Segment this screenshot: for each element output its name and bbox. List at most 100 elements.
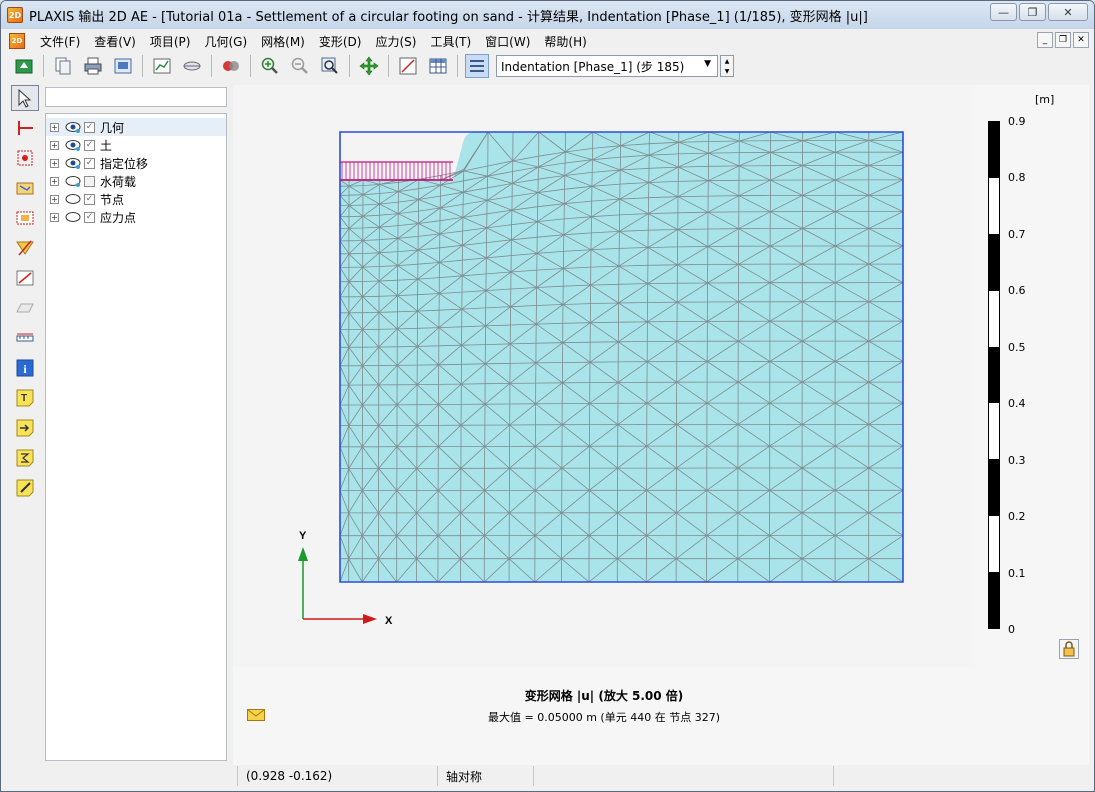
phase-stepper[interactable]: ▲ ▼: [720, 55, 734, 77]
tree-item-label: 指定位移: [100, 156, 149, 171]
formula-note-icon[interactable]: [11, 445, 39, 471]
output-viewport[interactable]: YX [m] 0.9 0.8 0.7 0.6 0.5 0.4 0.3 0.2 0.1 0: [233, 85, 1089, 765]
phase-select[interactable]: Indentation [Phase_1] (步 185) ▼: [496, 55, 718, 77]
scale-icon[interactable]: [396, 54, 420, 78]
menu-project[interactable]: 项目(P): [143, 33, 198, 50]
expand-icon[interactable]: +: [50, 158, 59, 168]
tree-item-label: 水荷载: [100, 174, 137, 189]
x-axis-arrow: [363, 614, 377, 624]
toolbar-separator: [250, 55, 251, 77]
caption-title: 变形网格 |u| (放大 5.00 倍): [524, 689, 684, 703]
node-select-icon[interactable]: [11, 205, 39, 231]
eye-hidden-icon[interactable]: [65, 193, 81, 205]
probe-icon[interactable]: [11, 235, 39, 261]
eye-visible-icon[interactable]: [65, 157, 81, 169]
menu-mesh[interactable]: 网格(M): [254, 33, 312, 50]
menu-file[interactable]: 文件(F): [33, 33, 87, 50]
legend-segment: [989, 290, 999, 347]
checkbox-icon[interactable]: ✓: [84, 139, 95, 151]
legend-tick-label: 0.2: [1008, 510, 1026, 524]
app-icon: 2D: [7, 7, 23, 23]
tree-item-geometry[interactable]: + ✓ 几何: [46, 118, 226, 136]
toolbar-separator: [388, 55, 389, 77]
open-project-icon[interactable]: [12, 54, 36, 78]
close-button[interactable]: ✕: [1048, 3, 1088, 21]
explorer-search-input[interactable]: [45, 87, 227, 107]
soil-body: [340, 132, 903, 582]
zoom-in-icon[interactable]: [258, 54, 282, 78]
chevron-up-icon[interactable]: ▲: [721, 56, 733, 66]
toolbar-separator: [142, 55, 143, 77]
x-axis-label: X: [385, 615, 393, 627]
tree-item-nodes[interactable]: + ✓ 节点: [46, 190, 226, 208]
zoom-window-icon[interactable]: [318, 54, 342, 78]
view-icon[interactable]: [219, 54, 243, 78]
checkbox-icon[interactable]: ✓: [84, 157, 95, 169]
document-icon[interactable]: 2D: [9, 33, 25, 49]
print-icon[interactable]: [81, 54, 105, 78]
menu-deformations[interactable]: 变形(D): [312, 33, 369, 50]
checkbox-icon[interactable]: ✓: [84, 211, 95, 223]
tree-item-water-loads[interactable]: + 水荷载: [46, 172, 226, 190]
ruler-icon[interactable]: [11, 325, 39, 351]
eye-hidden-icon[interactable]: [65, 211, 81, 223]
expand-icon[interactable]: +: [50, 176, 59, 186]
tree-item-prescribed-displacements[interactable]: + ✓ 指定位移: [46, 154, 226, 172]
expand-icon[interactable]: +: [50, 122, 59, 132]
export-icon[interactable]: [111, 54, 135, 78]
legend-tick-label: 0.7: [1008, 227, 1026, 241]
checkbox-icon[interactable]: ✓: [84, 193, 95, 205]
checkbox-icon[interactable]: ✓: [84, 121, 95, 133]
tree-item-stress-points[interactable]: + ✓ 应力点: [46, 208, 226, 226]
status-field: [533, 766, 833, 786]
eye-hidden-icon[interactable]: [65, 175, 81, 187]
copy-icon[interactable]: [51, 54, 75, 78]
select-point-icon[interactable]: [11, 145, 39, 171]
status-field: [833, 766, 1089, 786]
restore-button[interactable]: ❐: [1019, 3, 1046, 21]
toolbar: Indentation [Phase_1] (步 185) ▼ ▲ ▼: [9, 51, 1089, 81]
mdi-restore-button[interactable]: ❐: [1055, 32, 1071, 48]
info-icon[interactable]: i: [11, 355, 39, 381]
plot-area[interactable]: YX: [233, 85, 975, 667]
deformed-mesh[interactable]: YX: [233, 85, 975, 667]
hint-box-icon[interactable]: [11, 175, 39, 201]
menu-help[interactable]: 帮助(H): [537, 33, 593, 50]
select-icon[interactable]: [11, 85, 39, 111]
expand-icon[interactable]: +: [50, 194, 59, 204]
phase-list-icon[interactable]: [465, 54, 489, 78]
status-bar: (0.928 -0.162) 轴对称: [43, 766, 1089, 786]
menu-geometry[interactable]: 几何(G): [197, 33, 254, 50]
legend-segment: [989, 346, 999, 404]
scale-icon[interactable]: [11, 295, 39, 321]
checkbox-icon[interactable]: [84, 175, 95, 187]
expand-icon[interactable]: +: [50, 212, 59, 222]
legend-tick-label: 0.1: [1008, 566, 1026, 580]
menu-window[interactable]: 窗口(W): [478, 33, 537, 50]
mdi-minimize-button[interactable]: _: [1037, 32, 1053, 48]
menu-stresses[interactable]: 应力(S): [368, 33, 423, 50]
edit-note-icon[interactable]: [11, 475, 39, 501]
mdi-close-button[interactable]: ✕: [1073, 32, 1089, 48]
lock-icon[interactable]: [1059, 639, 1079, 659]
pan-icon[interactable]: [357, 54, 381, 78]
text-note-icon[interactable]: T: [11, 385, 39, 411]
tree-item-label: 应力点: [100, 210, 137, 225]
prescribed-displacement: [340, 161, 453, 181]
arrow-note-icon[interactable]: [11, 415, 39, 441]
eye-visible-icon[interactable]: [65, 121, 81, 133]
cross-section-icon[interactable]: [180, 54, 204, 78]
menu-view[interactable]: 查看(V): [87, 33, 143, 50]
expand-icon[interactable]: +: [50, 140, 59, 150]
cross-section-line-icon[interactable]: [11, 115, 39, 141]
zoom-out-icon[interactable]: [288, 54, 312, 78]
table-icon[interactable]: [426, 54, 450, 78]
menu-tools[interactable]: 工具(T): [423, 33, 478, 50]
chevron-down-icon[interactable]: ▼: [721, 66, 733, 76]
app-window: 2D PLAXIS 输出 2D AE - [Tutorial 01a - Set…: [0, 0, 1095, 792]
eye-visible-icon[interactable]: [65, 139, 81, 151]
curves-icon[interactable]: [150, 54, 174, 78]
tree-item-soil[interactable]: + ✓ 土: [46, 136, 226, 154]
minimize-button[interactable]: —: [990, 3, 1017, 21]
distance-icon[interactable]: [11, 265, 39, 291]
